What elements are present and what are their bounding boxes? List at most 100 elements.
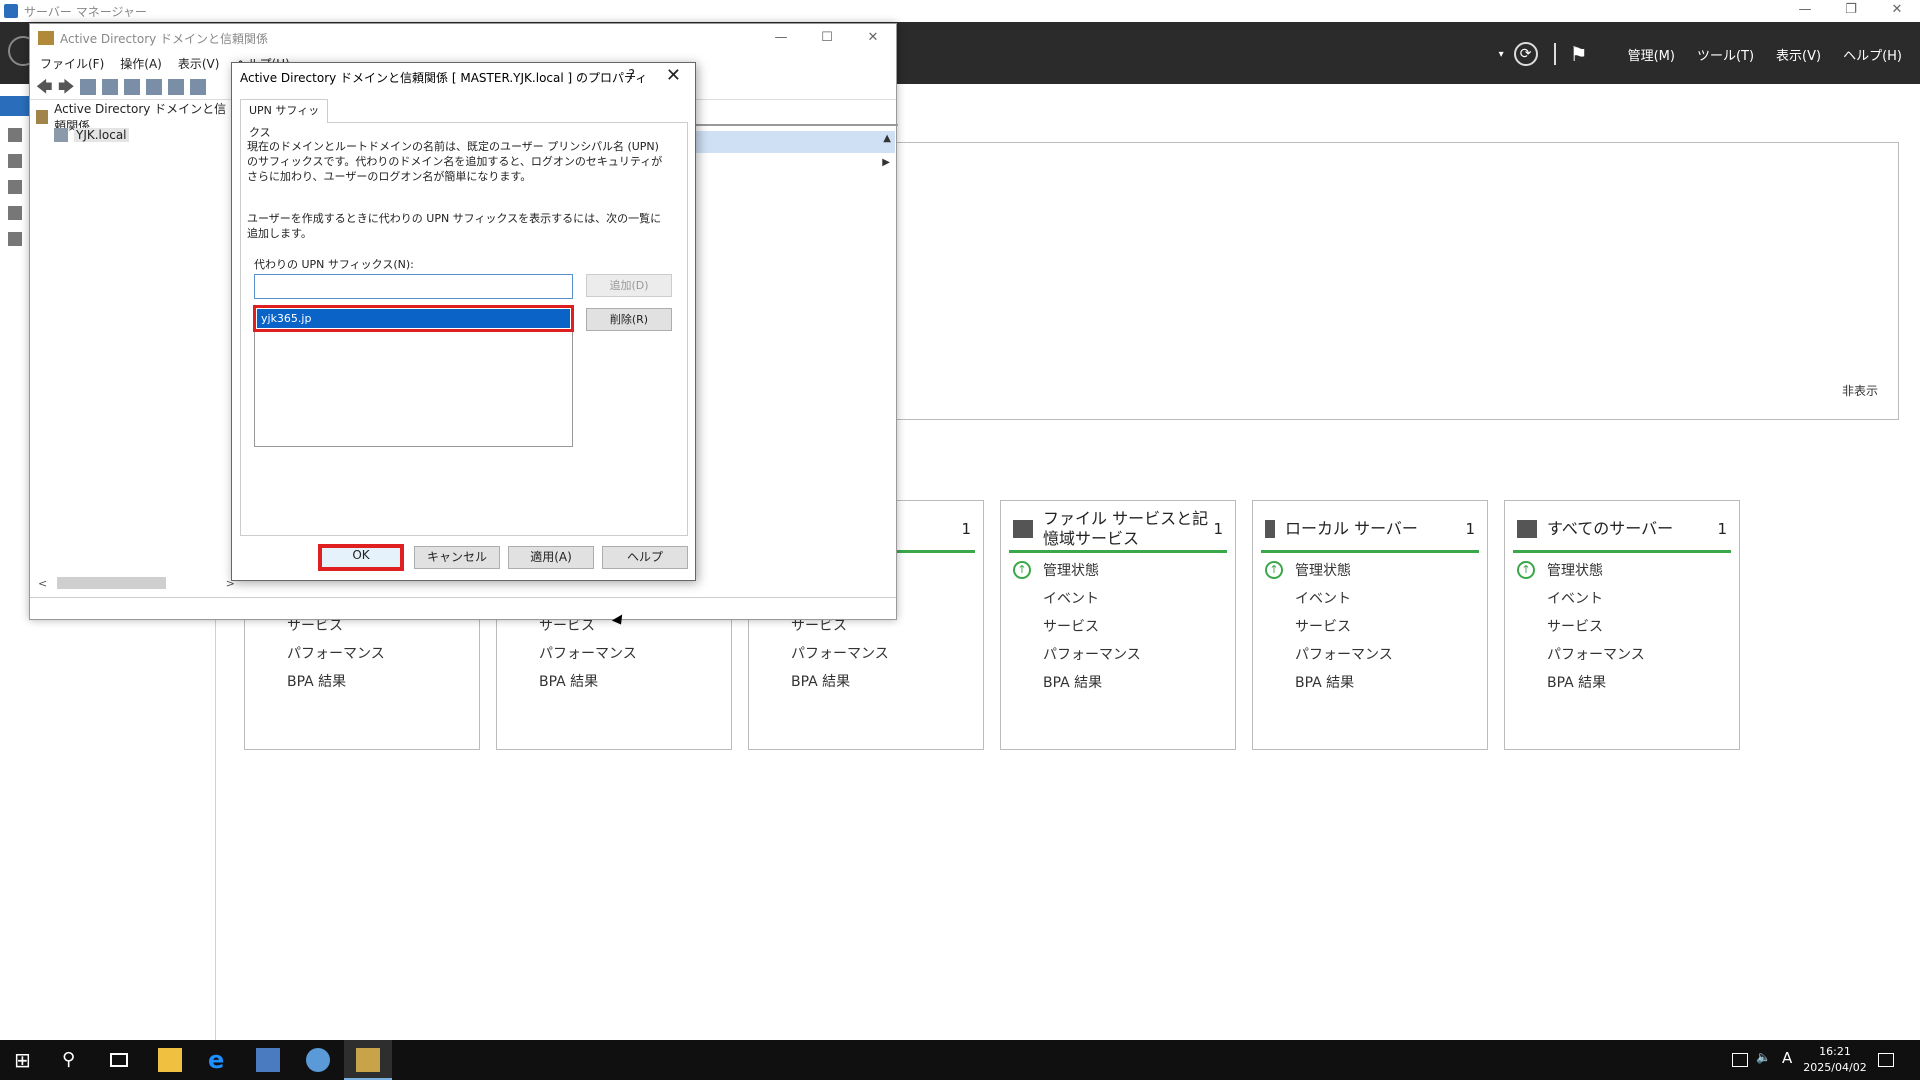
tile-row[interactable]: イベント (1547, 588, 1603, 608)
dns-manager-task-icon[interactable] (306, 1048, 330, 1072)
refresh-icon[interactable]: ⟳ (1513, 42, 1538, 66)
tile-row[interactable]: パフォーマンス (539, 643, 637, 663)
tile-row[interactable]: 管理状態 (1547, 560, 1603, 580)
right-pane-selected-row[interactable]: ▲ (695, 131, 895, 153)
up-folder-icon[interactable] (80, 78, 96, 95)
ime-indicator[interactable]: A (1782, 1049, 1792, 1067)
local-server-tile[interactable]: ローカル サーバー 1 ↑ 管理状態 イベント サービス パフォーマンス BPA … (1252, 500, 1488, 750)
remove-button[interactable]: 削除(R) (586, 308, 672, 331)
search-icon[interactable]: ⚲ (62, 1048, 86, 1072)
scrollbar-thumb[interactable] (57, 577, 166, 589)
tile-row[interactable]: BPA 結果 (1295, 672, 1354, 692)
tile-row[interactable]: 管理状態 (1043, 560, 1099, 580)
dialog-close-icon[interactable]: ✕ (666, 65, 681, 86)
tile-row[interactable]: イベント (1043, 588, 1099, 608)
ad-menu-file[interactable]: ファイル(F) (40, 55, 104, 72)
tile-row[interactable]: イベント (1295, 588, 1351, 608)
sort-up-icon[interactable]: ▲ (883, 133, 891, 144)
file-services-nav-icon[interactable] (8, 232, 22, 246)
tile-row[interactable]: 管理状態 (1295, 560, 1351, 580)
tile-row[interactable]: パフォーマンス (287, 643, 385, 663)
sm-minimize-button[interactable]: — (1782, 0, 1828, 22)
tile-title[interactable]: ファイル サービスと記憶域サービス (1043, 509, 1213, 549)
tile-row[interactable]: パフォーマンス (1043, 644, 1141, 664)
tree-root[interactable]: Active Directory ドメインと信頼関係 (30, 102, 234, 133)
tree-horizontal-scrollbar[interactable]: < > (30, 574, 235, 592)
tile-row[interactable]: サービス (1043, 616, 1099, 636)
properties-dialog: Active Directory ドメインと信頼関係 [ MASTER.YJK.… (231, 62, 696, 628)
file-explorer-icon[interactable] (158, 1048, 182, 1072)
back-arrow-icon[interactable]: 🡄 (36, 78, 53, 95)
dropdown-icon[interactable]: ▾ (1499, 49, 1504, 60)
forward-arrow-icon[interactable]: 🡆 (58, 78, 75, 95)
console-tree-icon[interactable] (102, 78, 118, 95)
tile-count: 1 (1465, 519, 1475, 538)
all-servers-icon (1517, 519, 1537, 538)
tile-row[interactable]: パフォーマンス (791, 643, 889, 663)
ad-menu-action[interactable]: 操作(A) (120, 55, 162, 72)
tile-title[interactable]: ローカル サーバー (1285, 519, 1465, 539)
help-button[interactable]: ヘルプ (602, 546, 688, 569)
notification-flag-icon[interactable]: ⚑ (1570, 42, 1588, 66)
local-server-nav-icon[interactable] (8, 128, 22, 142)
add-button[interactable]: 追加(D) (586, 274, 672, 297)
tile-title[interactable]: すべてのサーバー (1547, 519, 1717, 539)
apply-button[interactable]: 適用(A) (508, 546, 594, 569)
internet-explorer-icon[interactable]: e (208, 1048, 232, 1072)
tile-count: 1 (1717, 519, 1727, 538)
tile-row[interactable]: サービス (1295, 616, 1351, 636)
expand-arrow-icon[interactable]: ▶ (882, 157, 890, 168)
welcome-panel: 非表示 (875, 142, 1899, 420)
file-storage-services-tile[interactable]: ファイル サービスと記憶域サービス 1 ↑ 管理状態 イベント サービス パフォー… (1000, 500, 1236, 750)
menu-manage[interactable]: 管理(M) (1628, 45, 1675, 64)
tile-count: 1 (961, 519, 971, 538)
server-manager-task-icon[interactable] (256, 1048, 280, 1072)
hide-welcome-link[interactable]: 非表示 (1842, 382, 1878, 399)
dialog-help-icon[interactable]: ? (628, 68, 635, 83)
ok-button[interactable]: OK (318, 544, 404, 571)
server-manager-titlebar: サーバー マネージャー — ❐ ✕ (0, 0, 1920, 22)
tile-row[interactable]: パフォーマンス (1295, 644, 1393, 664)
upn-suffix-input[interactable] (254, 274, 573, 299)
dns-nav-icon[interactable] (8, 206, 22, 220)
properties-icon[interactable] (124, 78, 140, 95)
sm-close-button[interactable]: ✕ (1874, 0, 1920, 22)
network-icon[interactable] (1732, 1053, 1748, 1067)
task-view-icon[interactable] (110, 1053, 128, 1067)
ad-minimize-button[interactable]: — (758, 24, 804, 52)
menu-help[interactable]: ヘルプ(H) (1843, 45, 1902, 64)
tile-row[interactable]: BPA 結果 (1547, 672, 1606, 692)
tile-row[interactable]: BPA 結果 (791, 671, 850, 691)
tab-upn-suffixes[interactable]: UPN サフィックス (240, 99, 328, 139)
tile-row[interactable]: BPA 結果 (287, 671, 346, 691)
dashboard-nav-icon[interactable] (0, 96, 30, 116)
view-icon[interactable] (190, 78, 206, 95)
sound-icon[interactable]: 🔈 (1756, 1050, 1771, 1064)
ad-domains-tree-icon (36, 110, 49, 124)
scroll-left-icon[interactable]: < (38, 577, 47, 590)
help-icon[interactable] (168, 78, 184, 95)
ad-menu-view[interactable]: 表示(V) (178, 55, 220, 72)
export-list-icon[interactable] (146, 78, 162, 95)
adds-nav-icon[interactable] (8, 180, 22, 194)
all-servers-nav-icon[interactable] (8, 154, 22, 168)
tile-row[interactable]: BPA 結果 (1043, 672, 1102, 692)
tile-row[interactable]: パフォーマンス (1547, 644, 1645, 664)
tile-row[interactable]: BPA 結果 (539, 671, 598, 691)
ad-close-button[interactable]: ✕ (850, 24, 896, 52)
upn-suffix-list[interactable]: yjk365.jp (253, 305, 574, 447)
domain-icon (54, 128, 68, 142)
sm-restore-button[interactable]: ❐ (1828, 0, 1874, 22)
start-icon[interactable]: ⊞ (14, 1048, 38, 1072)
list-item[interactable]: yjk365.jp (253, 305, 574, 332)
clock[interactable]: 16:21 2025/04/02 (1800, 1044, 1870, 1076)
notification-center-icon[interactable] (1878, 1053, 1894, 1067)
cancel-button[interactable]: キャンセル (414, 546, 500, 569)
local-server-icon (1265, 519, 1275, 538)
ad-maximize-button[interactable]: ☐ (804, 24, 850, 52)
tile-row[interactable]: サービス (1547, 616, 1603, 636)
menu-view[interactable]: 表示(V) (1776, 45, 1821, 64)
all-servers-tile[interactable]: すべてのサーバー 1 ↑ 管理状態 イベント サービス パフォーマンス BPA 結… (1504, 500, 1740, 750)
menu-tools[interactable]: ツール(T) (1697, 45, 1754, 64)
ad-domains-task-icon[interactable] (356, 1048, 380, 1072)
